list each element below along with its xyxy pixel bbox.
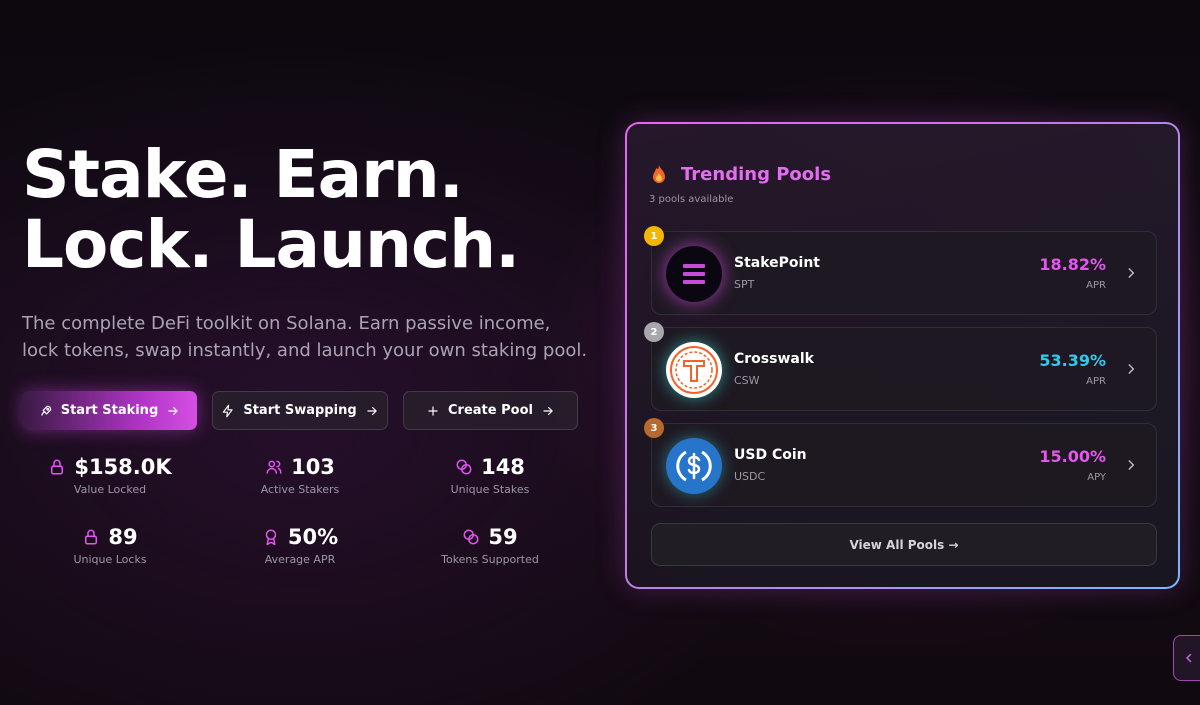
crosswalk-logo: [666, 342, 722, 398]
pool-row-usd-coin[interactable]: 3 USD Coin USDC 15.00% APY: [644, 418, 1157, 507]
start-staking-button[interactable]: Start Staking: [22, 391, 197, 430]
create-pool-button[interactable]: Create Pool: [403, 391, 578, 430]
usdc-logo-icon: [676, 450, 712, 482]
stat-average-apr: 50% Average APR: [210, 525, 390, 566]
rank-badge: 3: [644, 418, 664, 438]
pool-name: USD Coin: [734, 447, 807, 463]
view-all-pools-button[interactable]: View All Pools →: [651, 523, 1157, 566]
stat-label: Tokens Supported: [441, 553, 539, 566]
trending-pools-title-text: Trending Pools: [681, 164, 832, 185]
chevron-right-icon: [1128, 460, 1135, 470]
stat-value: 103: [291, 455, 335, 479]
pool-name: StakePoint: [734, 255, 820, 271]
stat-label: Value Locked: [73, 483, 147, 496]
stat-tokens-supported: 59 Tokens Supported: [400, 525, 580, 566]
rank-badge: 2: [644, 322, 664, 342]
flame-icon: [653, 164, 665, 183]
pool-rate: 18.82%: [1039, 255, 1106, 274]
arrow-right-icon: [366, 406, 377, 415]
bolt-icon: [223, 404, 234, 417]
trending-pools-card: Trending Pools 3 pools available 1 Stake…: [625, 122, 1180, 589]
create-pool-label: Create Pool: [448, 403, 533, 418]
usdc-logo: [666, 438, 722, 494]
stat-label: Average APR: [264, 553, 336, 566]
hero-subtitle: The complete DeFi toolkit on Solana. Ear…: [22, 313, 588, 361]
stat-value: 50%: [287, 525, 339, 549]
rank-badge: 1: [644, 226, 664, 246]
pool-rate-label: APY: [1087, 472, 1106, 483]
stat-value: 59: [488, 525, 518, 549]
pool-name: Crosswalk: [734, 351, 814, 367]
pools-count: 3 pools available: [649, 194, 734, 205]
trending-pools-title: Trending Pools: [651, 164, 831, 185]
pool-rate: 53.39%: [1039, 351, 1106, 370]
pool-row-crosswalk[interactable]: 2 Crosswalk CSW 53.39% APR: [644, 322, 1157, 411]
plus-icon: [428, 405, 438, 416]
coins-icon: [463, 529, 479, 545]
hero-title-line2: Lock. Launch.: [22, 206, 520, 283]
stat-label: Unique Locks: [73, 553, 147, 566]
start-swapping-button[interactable]: Start Swapping: [212, 391, 388, 430]
stat-value: 89: [108, 525, 138, 549]
stakepoint-logo: [666, 246, 722, 302]
pool-rate: 15.00%: [1039, 447, 1106, 466]
pool-row-stakepoint[interactable]: 1 StakePoint SPT 18.82% APR: [644, 226, 1157, 315]
start-swapping-label: Start Swapping: [243, 403, 357, 418]
users-icon: [266, 460, 282, 474]
hero-title-line1: Stake. Earn.: [22, 136, 464, 213]
stat-unique-stakes: 148 Unique Stakes: [400, 455, 580, 496]
chevron-right-icon: [1128, 268, 1135, 278]
pool-symbol: USDC: [734, 470, 766, 483]
rocket-icon: [41, 405, 51, 416]
stat-label: Unique Stakes: [450, 483, 530, 496]
arrow-right-icon: [168, 406, 179, 415]
sidebar-toggle-button[interactable]: [1173, 635, 1200, 681]
hero-title: Stake. Earn. Lock. Launch.: [22, 136, 520, 283]
chevron-left-icon: [1185, 653, 1192, 663]
stat-value-locked: $158.0K Value Locked: [20, 455, 200, 496]
chevron-right-icon: [1128, 364, 1135, 374]
stat-active-stakers: 103 Active Stakers: [210, 455, 390, 496]
pool-symbol: CSW: [734, 374, 760, 387]
lock-icon: [85, 529, 98, 545]
stakepoint-logo-icon: [683, 264, 705, 284]
award-icon: [265, 529, 277, 546]
stat-value: 148: [481, 455, 525, 479]
crosswalk-logo-icon: [670, 346, 718, 394]
start-staking-label: Start Staking: [60, 403, 159, 418]
stat-label: Active Stakers: [260, 483, 340, 496]
lock-icon: [51, 459, 64, 475]
stat-value: $158.0K: [74, 455, 172, 479]
coins-icon: [456, 459, 472, 475]
pool-rate-label: APR: [1086, 280, 1106, 291]
stat-unique-locks: 89 Unique Locks: [20, 525, 200, 566]
pool-symbol: SPT: [734, 278, 755, 291]
arrow-right-icon: [543, 406, 553, 415]
pool-rate-label: APR: [1086, 376, 1106, 387]
